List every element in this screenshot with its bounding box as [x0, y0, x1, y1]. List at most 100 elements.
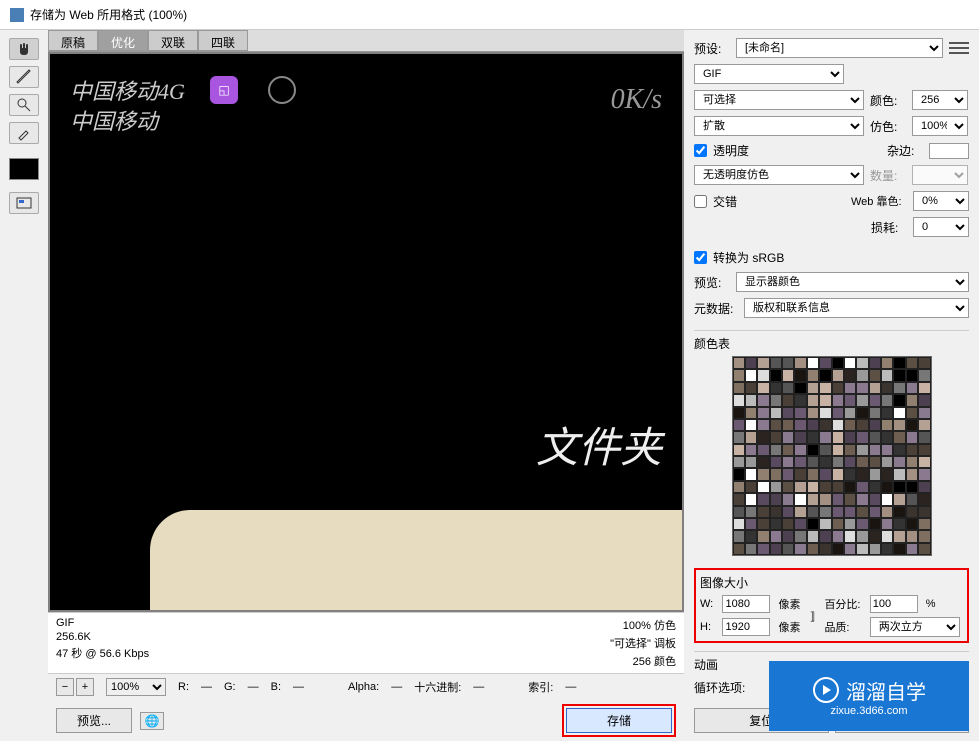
clock-app-icon — [268, 76, 296, 104]
h-unit: 像素 — [778, 619, 803, 635]
tab-original[interactable]: 原稿 — [48, 30, 98, 51]
amount-select — [912, 165, 968, 185]
matte-label: 杂边: — [887, 142, 923, 159]
dither-amount-select[interactable]: 100% — [912, 116, 968, 136]
zoom-select[interactable]: 100% — [106, 678, 166, 696]
status-time: 47 秒 @ 56.6 Kbps — [56, 645, 149, 661]
slice-tool[interactable] — [9, 66, 39, 88]
tab-2up[interactable]: 双联 — [148, 30, 198, 51]
bottom-button-row: 预览... 🌐 存储 — [48, 700, 684, 741]
colors-select[interactable]: 256 — [912, 90, 968, 110]
preset-select[interactable]: [未命名] — [736, 38, 943, 58]
network-speed: 0K/s — [611, 84, 662, 116]
websnap-label: Web 靠色: — [851, 193, 907, 209]
transparency-checkbox[interactable] — [694, 144, 707, 157]
preview-image: 中国移动4G 中国移动 ◱ 0K/s 文件夹 — [50, 54, 682, 610]
srgb-checkbox[interactable] — [694, 251, 707, 264]
settings-panel: 预设: [未命名] GIF 可选择 颜色: 256 扩散 仿色: 100% 透明… — [684, 30, 979, 741]
interlaced-checkbox[interactable] — [694, 195, 707, 208]
r-label: R: — [178, 681, 189, 693]
quality-select[interactable]: 两次立方 — [870, 617, 960, 637]
link-icon[interactable]: ⟧ — [810, 610, 819, 623]
interlaced-label: 交错 — [713, 193, 845, 210]
watermark: 溜溜自学 zixue.3d66.com — [769, 661, 969, 731]
hex-label: 十六进制: — [414, 679, 461, 695]
metadata-select[interactable]: 版权和联系信息 — [744, 298, 969, 318]
width-input[interactable] — [722, 595, 770, 613]
w-label: W: — [700, 598, 716, 610]
percent-input[interactable] — [870, 595, 918, 613]
eyedropper-tool[interactable] — [9, 122, 39, 144]
preview-viewport[interactable]: 中国移动4G 中国移动 ◱ 0K/s 文件夹 — [48, 52, 684, 612]
w-unit: 像素 — [778, 596, 803, 612]
preview2-label: 预览: — [694, 274, 730, 291]
g-label: G: — [224, 681, 236, 693]
b-value: — — [293, 681, 304, 693]
quality-label: 品质: — [824, 619, 863, 635]
index-label: 索引: — [528, 679, 553, 695]
alpha-label: Alpha: — [348, 681, 379, 693]
zoom-in-button[interactable]: + — [76, 678, 94, 696]
zoom-out-button[interactable]: − — [56, 678, 74, 696]
matte-swatch[interactable] — [929, 143, 969, 159]
status-dither: 100% 仿色 — [610, 617, 676, 633]
imagesize-label: 图像大小 — [700, 574, 963, 591]
preview-button[interactable]: 预览... — [56, 708, 132, 733]
tab-optimized[interactable]: 优化 — [98, 30, 148, 51]
b-label: B: — [271, 681, 281, 693]
image-size-section: 图像大小 W: 像素 ⟧ 百分比: % H: 像素 品质: 两次立方 — [694, 568, 969, 643]
dither-label: 仿色: — [870, 118, 906, 135]
watermark-text: 溜溜自学 — [846, 676, 926, 705]
status-colors: 256 颜色 — [610, 653, 676, 669]
transparency-label: 透明度 — [713, 142, 881, 159]
websnap-select[interactable]: 0% — [913, 191, 969, 211]
status-palette: "可选择" 调板 — [610, 635, 676, 651]
browser-preview-button[interactable]: 🌐 — [140, 712, 164, 730]
preview2-select[interactable]: 显示器颜色 — [736, 272, 969, 292]
dialog-title: 存储为 Web 所用格式 (100%) — [30, 6, 187, 23]
colortable-label: 颜色表 — [694, 330, 969, 352]
height-input[interactable] — [722, 618, 770, 636]
alpha-value: — — [391, 681, 402, 693]
carrier-text-2: 中国移动 — [70, 104, 158, 136]
tool-palette — [0, 30, 48, 741]
metadata-label: 元数据: — [694, 300, 738, 317]
loop-label: 循环选项: — [694, 679, 748, 696]
colors-label: 颜色: — [870, 92, 906, 109]
info-row: − + 100% R:— G:— B:— Alpha:— 十六进制:— 索引:— — [48, 673, 684, 700]
folder-label: 文件夹 — [536, 414, 662, 475]
gallery-app-icon: ◱ — [210, 76, 238, 104]
amount-label: 数量: — [870, 167, 906, 184]
srgb-label: 转换为 sRGB — [713, 249, 784, 266]
dither-method-select[interactable]: 扩散 — [694, 116, 864, 136]
lossy-select[interactable]: 0 — [913, 217, 969, 237]
toggle-slices-tool[interactable] — [9, 192, 39, 214]
preview-tabs: 原稿 优化 双联 四联 — [48, 30, 684, 52]
pct-unit: % — [926, 598, 963, 610]
watermark-sub: zixue.3d66.com — [812, 705, 926, 717]
lossy-label: 损耗: — [871, 219, 907, 236]
status-format: GIF — [56, 617, 149, 629]
color-table[interactable] — [732, 356, 932, 556]
hand-tool[interactable] — [9, 38, 39, 60]
save-button[interactable]: 存储 — [566, 708, 672, 733]
trans-dither-select[interactable]: 无透明度仿色 — [694, 165, 864, 185]
flyout-menu-icon[interactable] — [949, 40, 969, 56]
preview-panel: 原稿 优化 双联 四联 中国移动4G 中国移动 ◱ 0K/s 文件夹 GIF — [48, 30, 684, 741]
carrier-text-1: 中国移动4G — [70, 74, 185, 106]
zoom-tool[interactable] — [9, 94, 39, 116]
eyedropper-color[interactable] — [9, 158, 39, 180]
reduction-select[interactable]: 可选择 — [694, 90, 864, 110]
index-value: — — [565, 681, 576, 693]
titlebar: 存储为 Web 所用格式 (100%) — [0, 0, 979, 30]
format-select[interactable]: GIF — [694, 64, 844, 84]
h-label: H: — [700, 621, 716, 633]
preview-overlay — [150, 510, 682, 610]
status-size: 256.6K — [56, 631, 149, 643]
tab-4up[interactable]: 四联 — [198, 30, 248, 51]
app-icon — [10, 8, 24, 22]
r-value: — — [201, 681, 212, 693]
g-value: — — [248, 681, 259, 693]
percent-label: 百分比: — [824, 596, 863, 612]
preset-label: 预设: — [694, 40, 730, 57]
